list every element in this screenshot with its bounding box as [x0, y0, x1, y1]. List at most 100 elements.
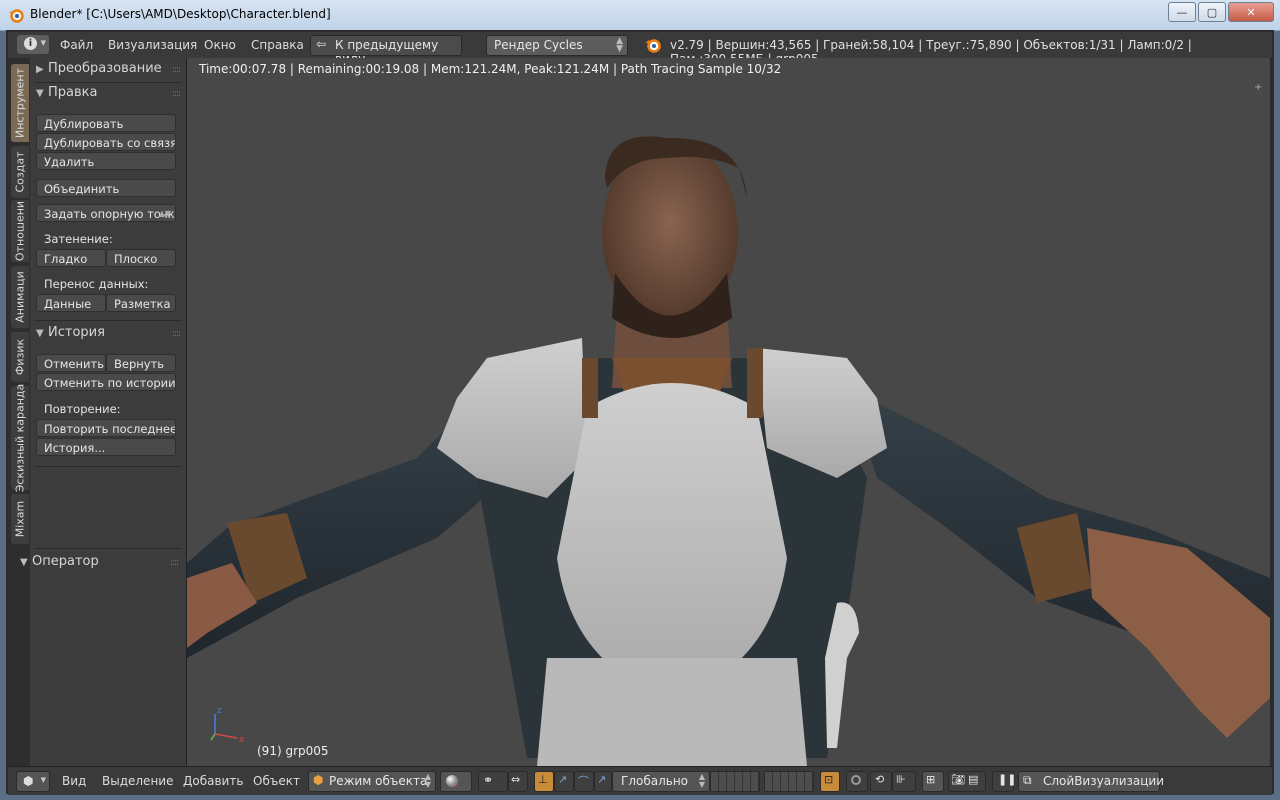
back-to-previous-button[interactable]: ⇦ К предыдущему виду — [310, 35, 462, 66]
select-arrows-icon: ▲▼ — [158, 209, 171, 218]
arc-icon: ⌒ — [578, 775, 589, 788]
history-button[interactable]: История... — [36, 438, 176, 456]
collapsed-triangle-icon: ▶ — [36, 64, 44, 75]
snap-increment-icon: ⊪ — [896, 773, 906, 786]
3d-viewport[interactable]: Time:00:07.78 | Remaining:00:19.08 | Mem… — [187, 58, 1270, 766]
repeat-label: Повторение: — [44, 402, 121, 416]
move-arrows-icon: ⇔ — [511, 773, 521, 786]
info-icon: i — [24, 37, 37, 50]
blender-app-icon — [9, 9, 24, 23]
sphere-shading-icon — [446, 775, 458, 787]
back-arrow-icon: ⇦ — [316, 37, 327, 51]
render-engine-select[interactable]: Рендер Cycles ▲ ▼ — [486, 35, 628, 56]
repeat-last-button[interactable]: Повторить последнее — [36, 419, 176, 437]
tab-label: Создат — [13, 151, 27, 193]
snap-toggle[interactable]: ⟲ — [870, 771, 892, 792]
object-mode-icon: ⬢ — [313, 773, 324, 787]
transform-orientation-select[interactable]: Глобально ▲ ▼ — [612, 771, 710, 792]
proportional-edit-button[interactable] — [846, 771, 868, 792]
shade-flat-button[interactable]: Плоско — [106, 249, 176, 267]
undo-button[interactable]: Отменить — [36, 354, 106, 372]
drag-grip-icon[interactable]: :::: — [170, 558, 179, 568]
menu-select[interactable]: Выделение — [102, 774, 173, 788]
panel-operator-header[interactable]: ▼ Оператор :::: — [20, 554, 180, 574]
redo-button[interactable]: Вернуть — [106, 354, 176, 372]
set-origin-select[interactable]: Задать опорную точку ▲▼ — [36, 204, 176, 222]
window-title: Blender* [C:\Users\AMD\Desktop\Character… — [30, 7, 331, 21]
panel-history-header[interactable]: ▼ История :::: — [36, 325, 182, 345]
snap-target-select[interactable]: ⊞ — [922, 771, 944, 792]
tab-physics[interactable]: Физик — [11, 332, 29, 382]
chevron-down-icon: ▼ — [40, 776, 46, 784]
data-layout-button[interactable]: Разметка ... — [106, 294, 176, 312]
snap-element-select[interactable]: ⊪ — [892, 771, 916, 792]
minimize-button[interactable]: — — [1168, 2, 1196, 22]
menu-add[interactable]: Добавить — [183, 774, 243, 788]
expanded-triangle-icon: ▼ — [20, 557, 28, 568]
menu-render[interactable]: Визуализация — [108, 38, 197, 52]
pause-icon: ❚❚ — [998, 773, 1017, 786]
menu-help[interactable]: Справка — [251, 38, 304, 52]
manipulator-toggle[interactable]: ⇔ — [508, 771, 528, 792]
menu-window[interactable]: Окно — [204, 38, 236, 52]
expanded-triangle-icon: ▼ — [36, 88, 44, 99]
scale-manipulator-button[interactable]: ⌒ — [574, 771, 594, 792]
orientation-value: Глобально — [621, 774, 689, 788]
window-titlebar: Blender* [C:\Users\AMD\Desktop\Character… — [0, 0, 1280, 31]
editor-type-button[interactable]: ⬢ ▼ — [16, 771, 50, 792]
panel-title: Преобразование — [48, 61, 162, 76]
close-button[interactable]: ✕ — [1228, 2, 1274, 22]
render-progress-info: Time:00:07.78 | Remaining:00:19.08 | Mem… — [199, 62, 782, 76]
panel-edit-header[interactable]: ▼ Правка :::: — [36, 85, 182, 105]
menu-object[interactable]: Объект — [253, 774, 300, 788]
editor-type-button[interactable]: i ▼ — [17, 35, 49, 54]
menu-file[interactable]: Файл — [60, 38, 93, 52]
delete-button[interactable]: Удалить — [36, 152, 176, 170]
tool-tabs: Инструмент Создат Отношени Анимаци Физик… — [8, 58, 30, 766]
tab-create[interactable]: Создат — [11, 146, 29, 198]
render-layer-select[interactable]: ⧉ СлойВизуализации — [1018, 771, 1164, 792]
tab-grease-pencil[interactable]: Эскизный каранда — [11, 384, 29, 492]
duplicate-linked-button[interactable]: Дублировать со связя... — [36, 133, 176, 151]
tab-animation[interactable]: Анимаци — [11, 266, 29, 328]
transform-orientation-toggle[interactable]: ↗ — [594, 771, 612, 792]
menu-view[interactable]: Вид — [62, 774, 86, 788]
pause-render-button[interactable]: ❚❚ — [992, 771, 1017, 792]
arrow-icon: ↗ — [597, 773, 607, 786]
data-transfer-button[interactable]: Данные — [36, 294, 106, 312]
panel-transform-header[interactable]: ▶ Преобразование :::: — [36, 61, 182, 81]
join-button[interactable]: Объединить — [36, 179, 176, 197]
drag-grip-icon[interactable]: :::: — [172, 329, 181, 339]
maximize-button[interactable]: ▢ — [1198, 2, 1226, 22]
viewport-shading-select[interactable] — [440, 771, 472, 792]
rotate-manipulator-button[interactable]: ↗ — [554, 771, 574, 792]
translate-manipulator-button[interactable]: ⊥ — [534, 771, 554, 792]
expand-region-icon[interactable]: + — [1254, 82, 1264, 93]
axis-x-label: x — [239, 735, 245, 744]
shading-label: Затенение: — [44, 232, 113, 246]
pivot-point-select[interactable]: ⚭ — [478, 771, 508, 792]
expanded-triangle-icon: ▼ — [36, 328, 44, 339]
camera-icon: 📷︎ — [951, 773, 965, 786]
tool-shelf: ▶ Преобразование :::: ▼ Правка :::: Дублир… — [30, 58, 187, 766]
opengl-render-buttons[interactable]: 📷︎ ▤ — [948, 771, 986, 792]
scene-layers-group-1[interactable] — [710, 771, 760, 792]
render-layer-icon: ⧉ — [1023, 773, 1032, 787]
lock-layers-button[interactable]: ⊡ — [820, 771, 840, 792]
scene-layers-group-2[interactable] — [764, 771, 814, 792]
drag-grip-icon[interactable]: :::: — [172, 89, 181, 99]
tab-tools[interactable]: Инструмент — [11, 64, 29, 142]
undo-history-button[interactable]: Отменить по истории — [36, 373, 176, 391]
tab-relations[interactable]: Отношени — [11, 200, 29, 262]
drag-grip-icon[interactable]: :::: — [172, 65, 181, 75]
interaction-mode-select[interactable]: ⬢ Режим объекта ▲ ▼ — [308, 771, 436, 792]
duplicate-button[interactable]: Дублировать — [36, 114, 176, 132]
axis-gizmo-icon: z x — [210, 706, 245, 744]
chevron-down-icon: ▼ — [40, 39, 46, 47]
render-engine-value: Рендер Cycles — [494, 38, 583, 52]
axis-z-label: z — [217, 706, 222, 716]
shade-smooth-button[interactable]: Гладко — [36, 249, 106, 267]
panel-title: Правка — [48, 85, 98, 100]
tab-mixamo[interactable]: Mixam — [11, 494, 29, 544]
data-transfer-label: Перенос данных: — [44, 277, 149, 291]
